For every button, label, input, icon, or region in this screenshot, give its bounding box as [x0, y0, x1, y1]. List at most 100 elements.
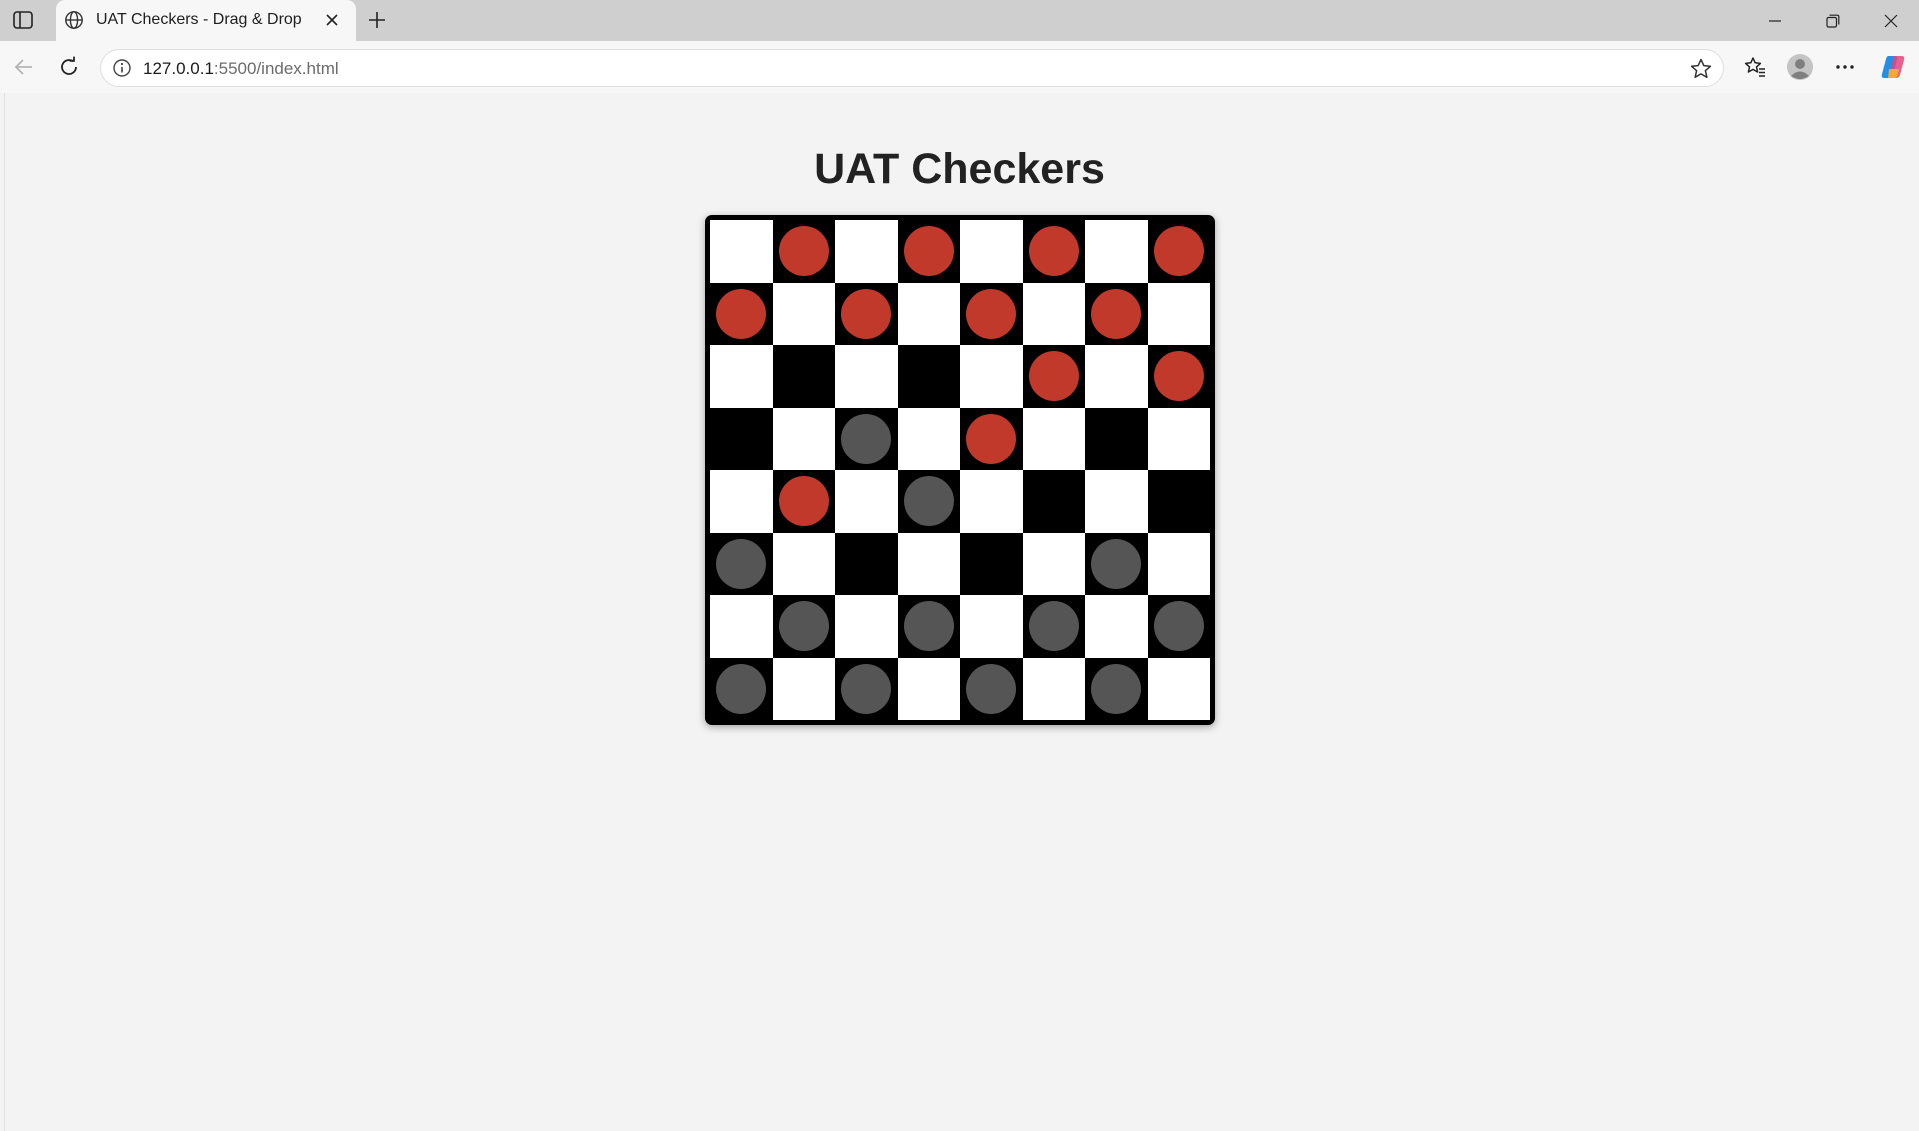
- profile-avatar-icon[interactable]: [1784, 51, 1816, 83]
- red-piece[interactable]: [1153, 226, 1204, 277]
- dark-square[interactable]: [960, 532, 1023, 595]
- url-path: :5500/index.html: [213, 59, 339, 78]
- red-piece[interactable]: [966, 413, 1017, 464]
- dark-square[interactable]: [710, 407, 773, 470]
- light-square: [1147, 657, 1210, 720]
- black-piece[interactable]: [903, 601, 954, 652]
- black-piece[interactable]: [1028, 601, 1079, 652]
- dark-square[interactable]: [1022, 470, 1085, 533]
- close-window-icon[interactable]: [1874, 8, 1908, 34]
- light-square: [960, 470, 1023, 533]
- more-options-icon[interactable]: [1829, 51, 1861, 83]
- url-host: 127.0.0.1: [143, 59, 214, 78]
- red-piece[interactable]: [1091, 288, 1142, 339]
- dark-square[interactable]: [960, 407, 1023, 470]
- red-piece[interactable]: [1153, 351, 1204, 402]
- close-tab-icon[interactable]: [322, 10, 342, 30]
- red-piece[interactable]: [1028, 351, 1079, 402]
- dark-square[interactable]: [1147, 595, 1210, 658]
- black-piece[interactable]: [903, 476, 954, 527]
- browser-tab-active[interactable]: UAT Checkers - Drag & Drop: [56, 0, 356, 41]
- dark-square[interactable]: [1085, 407, 1148, 470]
- dark-square[interactable]: [1085, 532, 1148, 595]
- light-square: [835, 470, 898, 533]
- dark-square[interactable]: [1022, 345, 1085, 408]
- dark-square[interactable]: [897, 345, 960, 408]
- black-piece[interactable]: [778, 601, 829, 652]
- dark-square[interactable]: [1022, 595, 1085, 658]
- red-piece[interactable]: [966, 288, 1017, 339]
- dark-square[interactable]: [1085, 282, 1148, 345]
- red-piece[interactable]: [778, 476, 829, 527]
- dark-square[interactable]: [1147, 220, 1210, 283]
- light-square: [772, 532, 835, 595]
- light-square: [960, 345, 1023, 408]
- black-piece[interactable]: [841, 663, 892, 714]
- dark-square[interactable]: [1085, 657, 1148, 720]
- light-square: [710, 220, 773, 283]
- dark-square[interactable]: [835, 532, 898, 595]
- light-square: [960, 220, 1023, 283]
- dark-square[interactable]: [772, 470, 835, 533]
- black-piece[interactable]: [1153, 601, 1204, 652]
- browser-toolbar: 127.0.0.1:5500/index.html: [0, 41, 1919, 93]
- dark-square[interactable]: [897, 220, 960, 283]
- site-info-icon[interactable]: [112, 58, 132, 78]
- dark-square[interactable]: [835, 407, 898, 470]
- red-piece[interactable]: [716, 288, 767, 339]
- dark-square[interactable]: [772, 345, 835, 408]
- dark-square[interactable]: [897, 595, 960, 658]
- black-piece[interactable]: [716, 538, 767, 589]
- light-square: [960, 595, 1023, 658]
- dark-square[interactable]: [772, 595, 835, 658]
- light-square: [1022, 407, 1085, 470]
- red-piece[interactable]: [841, 288, 892, 339]
- light-square: [1147, 282, 1210, 345]
- light-square: [772, 407, 835, 470]
- red-piece[interactable]: [1028, 226, 1079, 277]
- back-arrow-icon[interactable]: [8, 51, 40, 83]
- copilot-icon[interactable]: [1877, 51, 1909, 83]
- red-piece[interactable]: [778, 226, 829, 277]
- black-piece[interactable]: [1091, 663, 1142, 714]
- light-square: [835, 220, 898, 283]
- dark-square[interactable]: [710, 657, 773, 720]
- dark-square[interactable]: [897, 470, 960, 533]
- light-square: [1022, 657, 1085, 720]
- dark-square[interactable]: [1147, 470, 1210, 533]
- dark-square[interactable]: [710, 532, 773, 595]
- favorites-icon[interactable]: [1739, 51, 1771, 83]
- dark-square[interactable]: [960, 282, 1023, 345]
- light-square: [897, 657, 960, 720]
- dark-square[interactable]: [710, 282, 773, 345]
- dark-square[interactable]: [835, 657, 898, 720]
- url-text[interactable]: 127.0.0.1:5500/index.html: [143, 59, 339, 79]
- light-square: [897, 532, 960, 595]
- star-icon[interactable]: [1689, 57, 1713, 81]
- reload-icon[interactable]: [53, 51, 85, 83]
- black-piece[interactable]: [841, 413, 892, 464]
- dark-square[interactable]: [960, 657, 1023, 720]
- dark-square[interactable]: [835, 282, 898, 345]
- light-square: [1085, 470, 1148, 533]
- dark-square[interactable]: [1022, 220, 1085, 283]
- browser-titlebar: UAT Checkers - Drag & Drop: [0, 0, 1919, 41]
- dark-square[interactable]: [1147, 345, 1210, 408]
- light-square: [772, 657, 835, 720]
- black-piece[interactable]: [1091, 538, 1142, 589]
- minimize-icon[interactable]: [1758, 8, 1792, 34]
- red-piece[interactable]: [903, 226, 954, 277]
- black-piece[interactable]: [966, 663, 1017, 714]
- black-piece[interactable]: [716, 663, 767, 714]
- dark-square[interactable]: [772, 220, 835, 283]
- board-grid: [710, 220, 1210, 720]
- address-bar[interactable]: 127.0.0.1:5500/index.html: [100, 49, 1724, 87]
- new-tab-plus-icon[interactable]: [364, 8, 390, 32]
- light-square: [710, 595, 773, 658]
- light-square: [897, 407, 960, 470]
- light-square: [1085, 595, 1148, 658]
- tab-title: UAT Checkers - Drag & Drop: [96, 11, 302, 28]
- light-square: [1147, 532, 1210, 595]
- sidebar-toggle-icon[interactable]: [11, 9, 35, 31]
- restore-icon[interactable]: [1816, 8, 1850, 34]
